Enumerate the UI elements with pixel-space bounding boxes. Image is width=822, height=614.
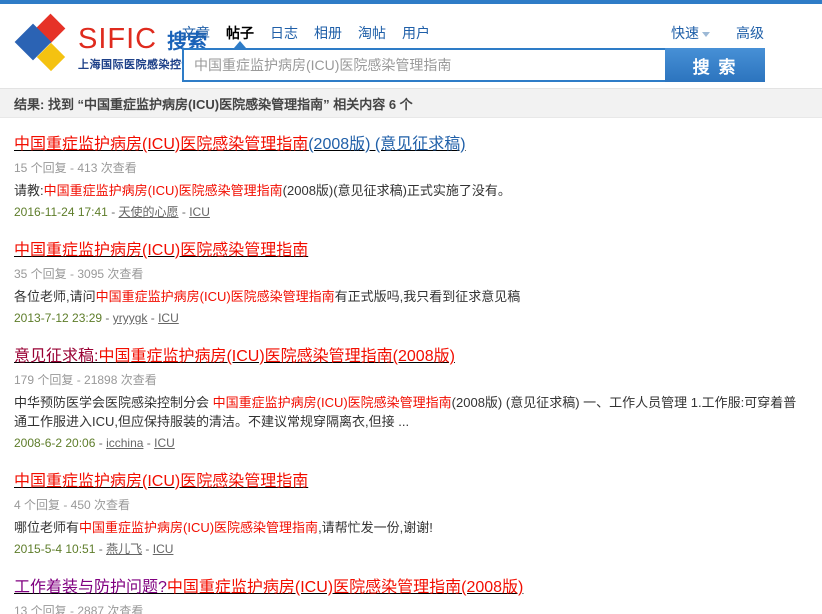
logo-sific-text: SIFIC xyxy=(78,24,157,54)
search-bar: 搜 索 xyxy=(182,48,765,82)
search-input[interactable] xyxy=(182,48,665,82)
search-type-tabs: 文章帖子日志相册淘帖用户 xyxy=(182,23,446,43)
highlighted-keyword: 中国重症监护病房(ICU)医院感染管理指南 xyxy=(14,136,308,153)
result-snippet: 各位老师,请问中国重症监护病房(ICU)医院感染管理指南有正式版吗,我只看到征求… xyxy=(14,287,806,306)
text-segment: ,请帮忙发一份,谢谢! xyxy=(318,520,433,535)
result-meta: 35 个回复 - 3095 次查看 xyxy=(14,266,806,282)
highlighted-keyword: 中国重症监护病房(ICU)医院感染管理指南(2008版) xyxy=(167,579,523,596)
highlighted-keyword: 中国重症监护病房(ICU)医院感染管理指南 xyxy=(14,242,308,259)
text-segment: (2008版)(意见征求稿)正式实施了没有。 xyxy=(283,183,511,198)
text-segment: 请教: xyxy=(14,183,44,198)
result-date: 2016-11-24 17:41 xyxy=(14,205,108,219)
result-title-link[interactable]: 中国重症监护病房(ICU)医院感染管理指南(2008版) (意见征求稿) xyxy=(14,136,466,153)
result-snippet: 哪位老师有中国重症监护病房(ICU)医院感染管理指南,请帮忙发一份,谢谢! xyxy=(14,518,806,537)
result-author-link[interactable]: 天使的心愿 xyxy=(119,205,179,219)
tab-帖子[interactable]: 帖子 xyxy=(226,23,254,43)
highlighted-keyword: 中国重症监护病房(ICU)医院感染管理指南 xyxy=(44,183,283,198)
highlighted-keyword: 中国重症监护病房(ICU)医院感染管理指南 xyxy=(14,473,308,490)
sific-logo-icon xyxy=(16,16,74,74)
quick-search-link[interactable]: 快速 xyxy=(671,23,710,43)
highlighted-keyword: 中国重症监护病房(ICU)医院感染管理指南 xyxy=(213,395,452,410)
result-snippet: 中华预防医学会医院感染控制分会 中国重症监护病房(ICU)医院感染管理指南(20… xyxy=(14,393,806,431)
highlighted-keyword: 中国重症监护病房(ICU)医院感染管理指南(2008版) xyxy=(98,348,454,365)
result-meta: 4 个回复 - 450 次查看 xyxy=(14,497,806,513)
results-summary-bar: 结果: 找到 “中国重症监护病房(ICU)医院感染管理指南” 相关内容 6 个 xyxy=(0,88,822,118)
result-title-link[interactable]: 中国重症监护病房(ICU)医院感染管理指南 xyxy=(14,242,308,259)
result-date: 2008-6-2 20:06 xyxy=(14,436,95,450)
tab-文章[interactable]: 文章 xyxy=(182,23,210,43)
result-author-link[interactable]: icchina xyxy=(106,436,143,450)
search-result-item: 工作着装与防护问题?中国重症监护病房(ICU)医院感染管理指南(2008版) 1… xyxy=(14,577,806,614)
search-result-item: 中国重症监护病房(ICU)医院感染管理指南(2008版) (意见征求稿) 15 … xyxy=(14,134,806,221)
advanced-search-link[interactable]: 高级 xyxy=(736,23,764,43)
result-author-link[interactable]: 燕儿飞 xyxy=(106,542,142,556)
text-segment: 哪位老师有 xyxy=(14,520,79,535)
search-button[interactable]: 搜 索 xyxy=(665,48,765,82)
result-forum-link[interactable]: ICU xyxy=(158,311,179,325)
result-meta: 179 个回复 - 21898 次查看 xyxy=(14,372,806,388)
search-result-item: 意见征求稿:中国重症监护病房(ICU)医院感染管理指南(2008版) 179 个… xyxy=(14,346,806,452)
result-meta: 15 个回复 - 413 次查看 xyxy=(14,160,806,176)
result-title-link[interactable]: 意见征求稿:中国重症监护病房(ICU)医院感染管理指南(2008版) xyxy=(14,348,455,365)
result-date: 2015-5-4 10:51 xyxy=(14,542,95,556)
result-footer: 2008-6-2 20:06 - icchina - ICU xyxy=(14,435,806,452)
highlighted-keyword: 中国重症监护病房(ICU)医院感染管理指南 xyxy=(79,520,318,535)
results-summary-text: 结果: 找到 “中国重症监护病房(ICU)医院感染管理指南” 相关内容 6 个 xyxy=(14,94,413,113)
active-tab-pointer-icon xyxy=(234,41,246,48)
text-segment: (2008版) (意见征求稿) xyxy=(308,136,465,153)
text-segment: 工作着装与防护问题? xyxy=(14,579,167,596)
tab-用户[interactable]: 用户 xyxy=(402,23,430,43)
result-author-link[interactable]: yryygk xyxy=(113,311,148,325)
result-title-link[interactable]: 中国重症监护病房(ICU)医院感染管理指南 xyxy=(14,473,308,490)
result-footer: 2015-5-4 10:51 - 燕儿飞 - ICU xyxy=(14,541,806,558)
text-segment: 有正式版吗,我只看到征求意见稿 xyxy=(335,289,521,304)
result-title-link[interactable]: 工作着装与防护问题?中国重症监护病房(ICU)医院感染管理指南(2008版) xyxy=(14,579,523,596)
result-snippet: 请教:中国重症监护病房(ICU)医院感染管理指南(2008版)(意见征求稿)正式… xyxy=(14,181,806,200)
text-segment: 意见征求稿: xyxy=(14,348,98,365)
text-segment: 各位老师,请问 xyxy=(14,289,96,304)
search-result-item: 中国重症监护病房(ICU)医院感染管理指南 4 个回复 - 450 次查看 哪位… xyxy=(14,471,806,558)
result-forum-link[interactable]: ICU xyxy=(154,436,175,450)
tab-淘帖[interactable]: 淘帖 xyxy=(358,23,386,43)
tab-日志[interactable]: 日志 xyxy=(270,23,298,43)
result-date: 2013-7-12 23:29 xyxy=(14,311,102,325)
highlighted-keyword: 中国重症监护病房(ICU)医院感染管理指南 xyxy=(96,289,335,304)
result-footer: 2016-11-24 17:41 - 天使的心愿 - ICU xyxy=(14,204,806,221)
tab-相册[interactable]: 相册 xyxy=(314,23,342,43)
result-meta: 13 个回复 - 2887 次查看 xyxy=(14,603,806,614)
result-footer: 2013-7-12 23:29 - yryygk - ICU xyxy=(14,310,806,327)
search-result-item: 中国重症监护病房(ICU)医院感染管理指南 35 个回复 - 3095 次查看 … xyxy=(14,240,806,327)
result-forum-link[interactable]: ICU xyxy=(153,542,174,556)
chevron-down-icon xyxy=(702,32,710,37)
search-results-list: 中国重症监护病房(ICU)医院感染管理指南(2008版) (意见征求稿) 15 … xyxy=(0,118,822,614)
header: SIFIC 搜索 上海国际医院感染控制论坛 文章帖子日志相册淘帖用户 快速 高级… xyxy=(0,4,822,88)
text-segment: 中华预防医学会医院感染控制分会 xyxy=(14,395,213,410)
result-forum-link[interactable]: ICU xyxy=(189,205,210,219)
